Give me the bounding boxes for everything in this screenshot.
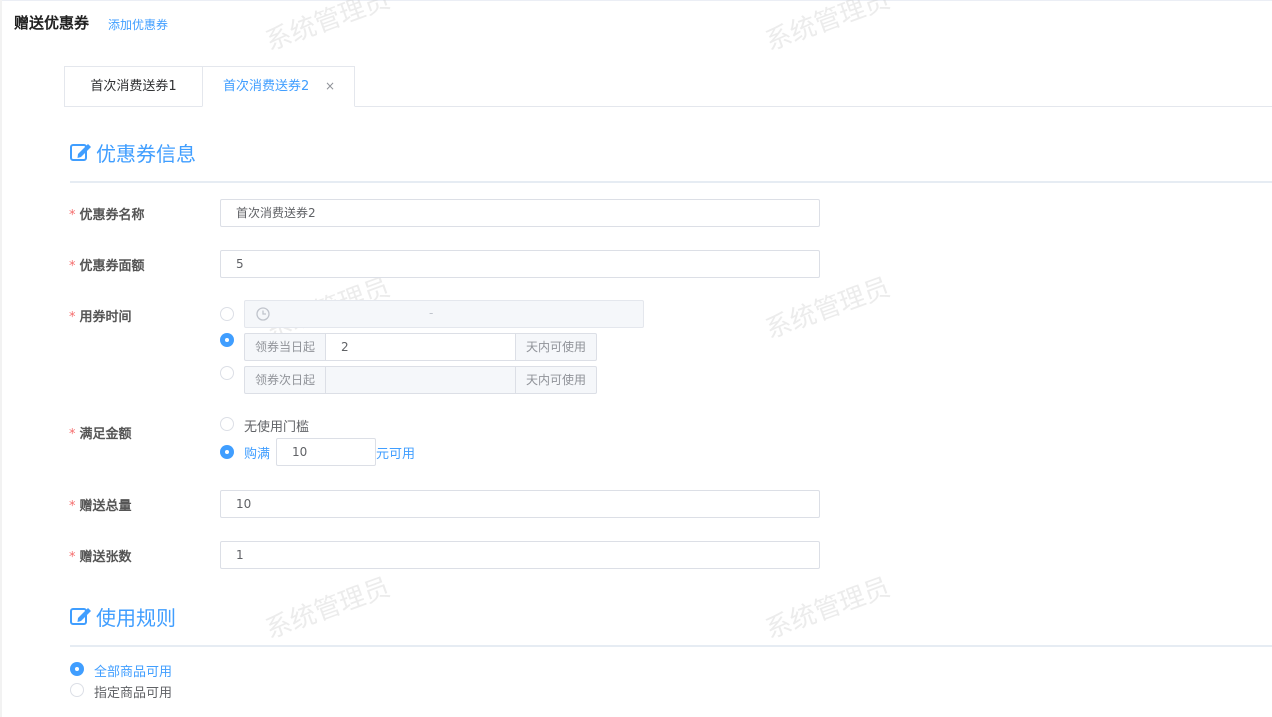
count-input[interactable]: 1 <box>220 541 820 569</box>
date-range-picker[interactable]: - <box>244 300 644 328</box>
label-coupon-amount: * 优惠券面额 <box>69 259 145 274</box>
section-title-text: 使用规则 <box>96 606 176 630</box>
coupon-name-input[interactable]: 首次消费送券2 <box>220 199 820 227</box>
rule-all-products-label[interactable]: 全部商品可用 <box>94 661 172 680</box>
watermark: 系统管理员 <box>761 572 895 646</box>
rule-all-products-radio[interactable] <box>70 662 84 676</box>
tab-first-coupon-1[interactable]: 首次消费送券1 <box>64 66 203 106</box>
close-icon[interactable]: × <box>325 67 335 106</box>
threshold-buy-suffix: 元可用 <box>376 447 416 462</box>
label-total: * 赠送总量 <box>69 499 132 514</box>
threshold-buy-prefix[interactable]: 购满 <box>244 443 270 462</box>
watermark: 系统管理员 <box>761 0 895 58</box>
edit-icon <box>70 608 91 625</box>
threshold-none-label[interactable]: 无使用门槛 <box>244 416 309 435</box>
tab-label: 首次消费送券1 <box>90 79 177 94</box>
coupon-tabs: 首次消费送券1 首次消费送券2 × <box>64 66 1272 107</box>
section-divider <box>70 645 1272 647</box>
tab-label: 首次消费送券2 <box>223 79 310 94</box>
range-separator: - <box>429 306 434 320</box>
label-coupon-time: * 用券时间 <box>69 310 132 325</box>
clock-icon <box>256 307 270 321</box>
next-day-days-input[interactable] <box>326 366 516 394</box>
time-option-same-day-radio[interactable] <box>220 333 234 347</box>
required-mark: * <box>69 499 76 514</box>
required-mark: * <box>69 550 76 565</box>
coupon-amount-input[interactable]: 5 <box>220 250 820 278</box>
edit-icon <box>70 144 91 161</box>
label-threshold: * 满足金额 <box>69 427 132 442</box>
watermark: 系统管理员 <box>761 272 895 346</box>
time-option-next-day-radio[interactable] <box>220 366 234 380</box>
same-day-days-input[interactable]: 2 <box>326 333 516 361</box>
tab-first-coupon-2[interactable]: 首次消费送券2 × <box>202 66 355 107</box>
required-mark: * <box>69 259 76 274</box>
total-input[interactable]: 10 <box>220 490 820 518</box>
required-mark: * <box>69 310 76 325</box>
add-coupon-link[interactable]: 添加优惠券 <box>108 16 168 33</box>
same-day-prefix: 领券当日起 <box>244 333 326 361</box>
label-count: * 赠送张数 <box>69 550 132 565</box>
watermark: 系统管理员 <box>261 572 395 646</box>
rule-specified-products-radio[interactable] <box>70 683 84 697</box>
threshold-buy-radio[interactable] <box>220 445 234 459</box>
threshold-none-radio[interactable] <box>220 417 234 431</box>
next-day-suffix: 天内可使用 <box>515 366 597 394</box>
same-day-suffix: 天内可使用 <box>515 333 597 361</box>
time-option-date-range-radio[interactable] <box>220 307 234 321</box>
required-mark: * <box>69 208 76 223</box>
threshold-amount-input[interactable]: 10 <box>276 438 376 466</box>
section-divider <box>70 181 1272 183</box>
section-title-text: 优惠券信息 <box>96 142 196 166</box>
top-border <box>0 0 1272 1</box>
page-title: 赠送优惠券 <box>14 14 90 32</box>
required-mark: * <box>69 427 76 442</box>
next-day-prefix: 领券次日起 <box>244 366 326 394</box>
left-border <box>0 0 2 717</box>
label-coupon-name: * 优惠券名称 <box>69 208 145 223</box>
rule-specified-products-label[interactable]: 指定商品可用 <box>94 682 172 701</box>
watermark: 系统管理员 <box>261 0 395 58</box>
